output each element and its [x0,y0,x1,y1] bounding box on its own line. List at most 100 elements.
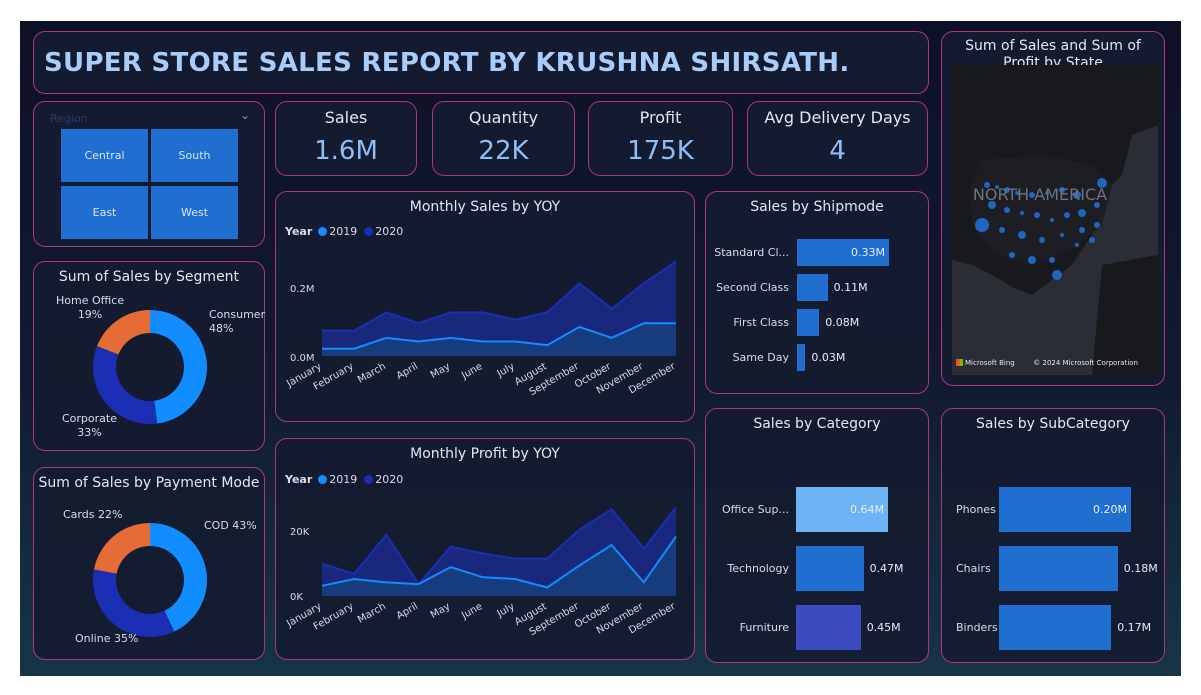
category-card: Sales by Category Office Sup... 0.64M Tech… [705,408,929,663]
dashboard-canvas: SUPER STORE SALES REPORT BY KRUSHNA SHIR… [20,21,1181,676]
bar[interactable] [796,605,861,650]
payment-label-cod: COD 43% [204,519,257,532]
segment-label-consumer: Consumer 48% [209,308,266,335]
map-credit-right: © 2024 Microsoft Corporation [1033,359,1138,367]
bar-label: Standard Cl... [714,245,789,259]
bar-label: Technology [727,561,789,575]
kpi-quantity-value: 22K [478,136,529,166]
kpi-profit-card: Profit 175K [588,101,733,176]
region-south-button[interactable]: South [151,129,238,182]
state-bubble[interactable] [975,218,989,232]
x-tick-label: June [459,601,484,622]
bar[interactable] [796,546,864,591]
state-bubble[interactable] [1009,252,1015,258]
y-tick-label: 0.2M [290,284,315,295]
monthly-profit-chart: JanuaryFebruary March April May June JulyAugu… [284,506,678,638]
kpi-delivery-label: Avg Delivery Days [764,108,911,127]
shipmode-title: Sales by Shipmode [750,199,884,215]
state-bubble[interactable] [1020,211,1024,215]
donut-slice-1[interactable] [93,569,175,637]
bar[interactable] [999,605,1112,650]
region-east-button[interactable]: East [61,186,148,239]
state-map-card: Sum of Sales and Sum of Profit by State … [941,31,1165,386]
monthly-profit-card: Monthly Profit by YOY Year 2019 2020 Janu… [275,438,695,660]
region-central-button[interactable]: Central [61,129,148,182]
report-title-card: SUPER STORE SALES REPORT BY KRUSHNA SHIR… [33,31,929,94]
bar[interactable] [797,274,828,301]
payment-label-cards: Cards 22% [63,508,123,521]
kpi-profit-value: 175K [627,136,694,166]
bing-logo-icon [956,359,963,366]
state-bubble[interactable] [1075,243,1079,247]
subcategory-title: Sales by SubCategory [976,416,1130,432]
region-slicer: Region ⌄ Central South East West [33,101,265,247]
kpi-quantity-label: Quantity [468,108,539,127]
state-bubble[interactable] [999,227,1005,233]
bar-value: 0.64M [850,502,884,516]
chevron-down-icon[interactable]: ⌄ [240,108,250,122]
state-bubble[interactable] [1039,237,1045,243]
region-west-button[interactable]: West [151,186,238,239]
kpi-quantity-card: Quantity 22K [432,101,575,176]
donut-slice-0[interactable] [150,310,208,424]
state-bubble[interactable] [1078,209,1086,217]
state-bubble[interactable] [1034,212,1040,218]
segment-label-homeoffice: Home Office 19% [56,294,125,321]
bar-value: 0.20M [1093,502,1127,516]
map-landmass: NORTH AMERICA [952,65,1158,375]
x-tick-label: March [356,361,388,386]
state-bubble[interactable] [1028,256,1036,264]
bar-value: 0.11M [833,280,868,294]
y-tick-label: 0K [290,592,303,603]
state-bubble[interactable] [1060,233,1064,237]
bar-label: Furniture [739,620,789,634]
map-region-label: NORTH AMERICA [973,185,1107,204]
kpi-profit-label: Profit [639,108,682,127]
state-bubble[interactable] [1004,207,1010,213]
kpi-sales-label: Sales [324,108,368,127]
x-tick-label: May [429,361,452,381]
state-bubble[interactable] [1094,222,1100,228]
state-map[interactable]: NORTH AMERICA Microsoft Bing © 2024 Micr… [952,65,1158,375]
bar-value: 0.45M [866,620,901,634]
x-tick-label: April [395,601,420,622]
donut-slice-2[interactable] [94,523,150,574]
payment-label-online: Online 35% [75,632,139,645]
kpi-sales-value: 1.6M [314,136,378,166]
state-bubble[interactable] [1089,237,1095,243]
x-tick-label: March [356,601,388,626]
slicer-header[interactable]: Region [50,112,88,125]
bar-value: 0.17M [1117,620,1152,634]
payment-donut-card: Sum of Sales by Payment Mode COD 43% Onl… [33,467,265,660]
bar[interactable] [797,344,806,371]
segment-label-corporate: Corporate 33% [62,412,117,439]
state-bubble[interactable] [1052,270,1062,280]
x-tick-label: May [429,601,452,621]
bar-value: 0.33M [851,245,885,259]
bar-value: 0.03M [811,350,846,364]
bar-value: 0.47M [869,561,904,575]
subcategory-card: Sales by SubCategory Phones 0.20M Chairs 0.… [941,408,1165,663]
state-bubble[interactable] [1064,212,1070,218]
map-credit-left: Microsoft Bing [956,359,1015,367]
bar-label: Same Day [732,350,789,364]
monthly-sales-card: Monthly Sales by YOY Year 2019 2020 Janua… [275,191,695,422]
state-bubble[interactable] [1049,257,1055,263]
monthly-sales-chart: JanuaryFebruary March April May June JulyAugu… [284,260,678,398]
state-bubble[interactable] [1079,227,1085,233]
bar-value: 0.08M [825,315,860,329]
state-bubble[interactable] [1018,231,1026,239]
bar[interactable] [797,309,820,336]
bar-label: Second Class [716,280,789,294]
kpi-sales-card: Sales 1.6M [275,101,417,176]
bar-label: Office Sup... [721,502,789,516]
x-tick-label: June [459,361,484,382]
bar[interactable] [999,546,1118,591]
category-title: Sales by Category [753,416,881,432]
report-title: SUPER STORE SALES REPORT BY KRUSHNA SHIR… [44,48,850,78]
segment-donut-card: Sum of Sales by Segment Consumer 48% Corp… [33,261,265,451]
shipmode-card: Sales by Shipmode Standard Cl... 0.33M Sec… [705,191,929,394]
payment-donut-chart [93,523,208,637]
state-bubble[interactable] [1050,218,1054,222]
bar-value: 0.18M [1123,561,1158,575]
